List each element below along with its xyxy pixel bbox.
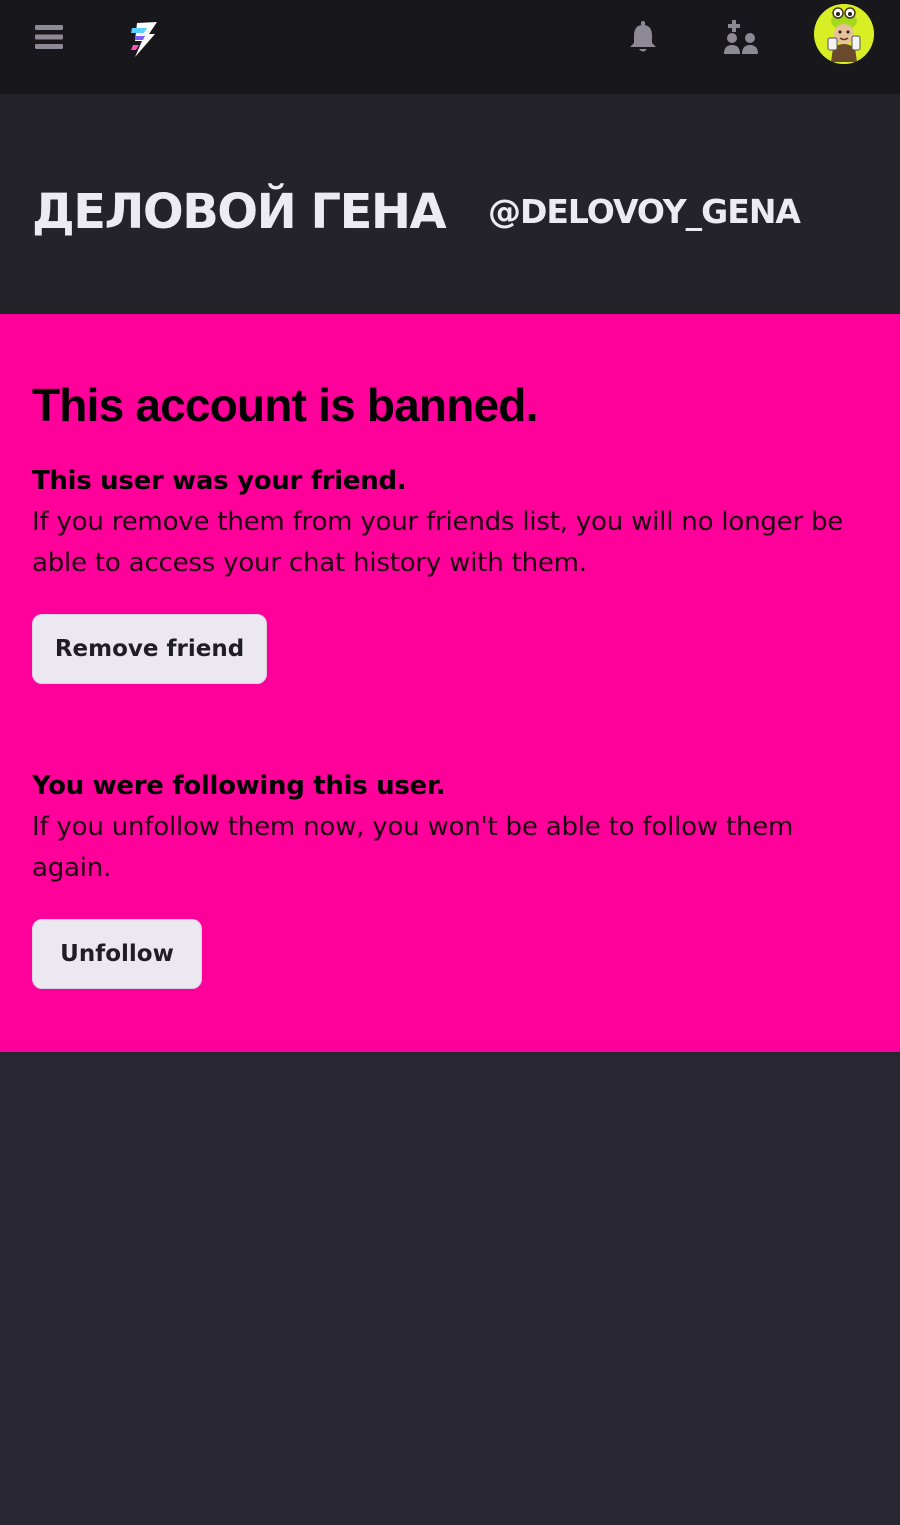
remove-friend-button[interactable]: Remove friend [32, 614, 267, 684]
ban-notice-panel: This account is banned. This user was yo… [0, 314, 900, 1052]
friend-section-heading: This user was your friend. [32, 466, 407, 496]
follow-section-text: If you unfollow them now, you won't be a… [32, 812, 794, 883]
menu-button[interactable] [24, 14, 74, 60]
profile-display-name: ДЕЛОВОЙ ГЕНА [32, 184, 447, 240]
bell-icon [630, 21, 656, 52]
profile-handle: @DELOVOY_GENA [488, 192, 801, 231]
home-logo-link[interactable] [116, 14, 170, 64]
user-avatar-button[interactable] [814, 4, 874, 64]
hamburger-menu-icon [35, 25, 63, 49]
add-friend-icon [724, 20, 758, 54]
top-navigation-bar [0, 0, 900, 94]
friends-button[interactable] [712, 12, 770, 64]
profile-header: ДЕЛОВОЙ ГЕНА @DELOVOY_GENA [0, 94, 900, 314]
unfollow-button[interactable]: Unfollow [32, 919, 202, 989]
friend-section-text: If you remove them from your friends lis… [32, 507, 844, 578]
user-avatar [814, 4, 874, 64]
lightning-bolt-logo [131, 22, 157, 57]
follow-section-heading: You were following this user. [32, 771, 446, 801]
ban-title: This account is banned. [32, 379, 538, 431]
notifications-button[interactable] [618, 12, 668, 62]
